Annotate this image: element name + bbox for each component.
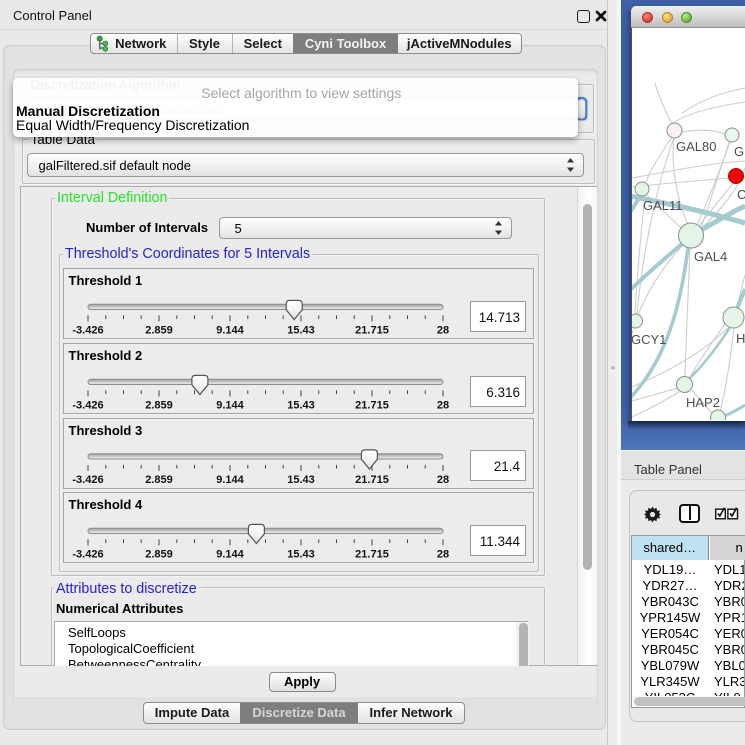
svg-text:C: C bbox=[737, 187, 745, 202]
svg-text:GCY1: GCY1 bbox=[632, 332, 666, 347]
svg-text:H: H bbox=[736, 331, 745, 346]
svg-text:G.: G. bbox=[734, 144, 745, 159]
svg-text:GAL4: GAL4 bbox=[694, 249, 727, 264]
svg-text:GAL11: GAL11 bbox=[643, 198, 683, 213]
svg-text:GAL80: GAL80 bbox=[676, 139, 716, 154]
svg-text:HAP2: HAP2 bbox=[686, 395, 720, 410]
